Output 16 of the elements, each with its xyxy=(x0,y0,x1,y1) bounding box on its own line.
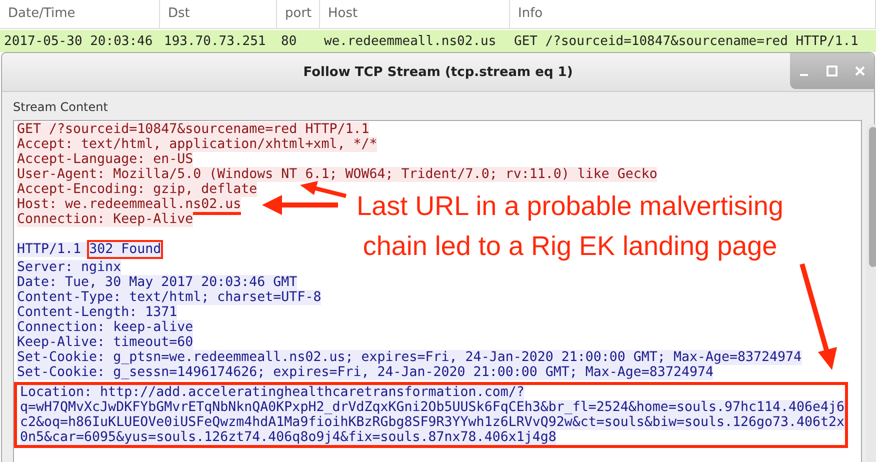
table-cell-text: GET /?sourceid=10847&sourcename=red HTTP/1.1 xyxy=(513,34,860,48)
table-cell-text: we.redeemmeall.ns02.us xyxy=(323,34,498,48)
window-title: Follow TCP Stream (tcp.stream eq 1) xyxy=(303,64,573,80)
table-cell-text: 2017-05-30 20:03:46 xyxy=(3,34,154,48)
scrollbar[interactable] xyxy=(866,124,876,462)
column-header[interactable]: port xyxy=(277,0,320,28)
packet-row[interactable]: 2017-05-30 20:03:46 193.70.73.251 80 we.redeemmeall.ns02.us GET /?sourceid=10847&sourcename=red HTTP/1.1 xyxy=(0,30,876,52)
column-header[interactable]: Date/Time xyxy=(0,0,160,28)
column-header[interactable]: Info xyxy=(510,0,876,28)
section-label: Stream Content xyxy=(13,100,109,114)
column-header[interactable]: Host xyxy=(320,0,510,28)
annotation-text: Last URL in a probable malvertising chain led to a Rig EK landing page xyxy=(356,190,784,263)
table-cell-text: 193.70.73.251 xyxy=(163,34,267,48)
table-cell-text: 80 xyxy=(280,34,298,48)
scrollbar-thumb[interactable] xyxy=(868,127,876,267)
column-header[interactable]: Dst xyxy=(160,0,277,28)
